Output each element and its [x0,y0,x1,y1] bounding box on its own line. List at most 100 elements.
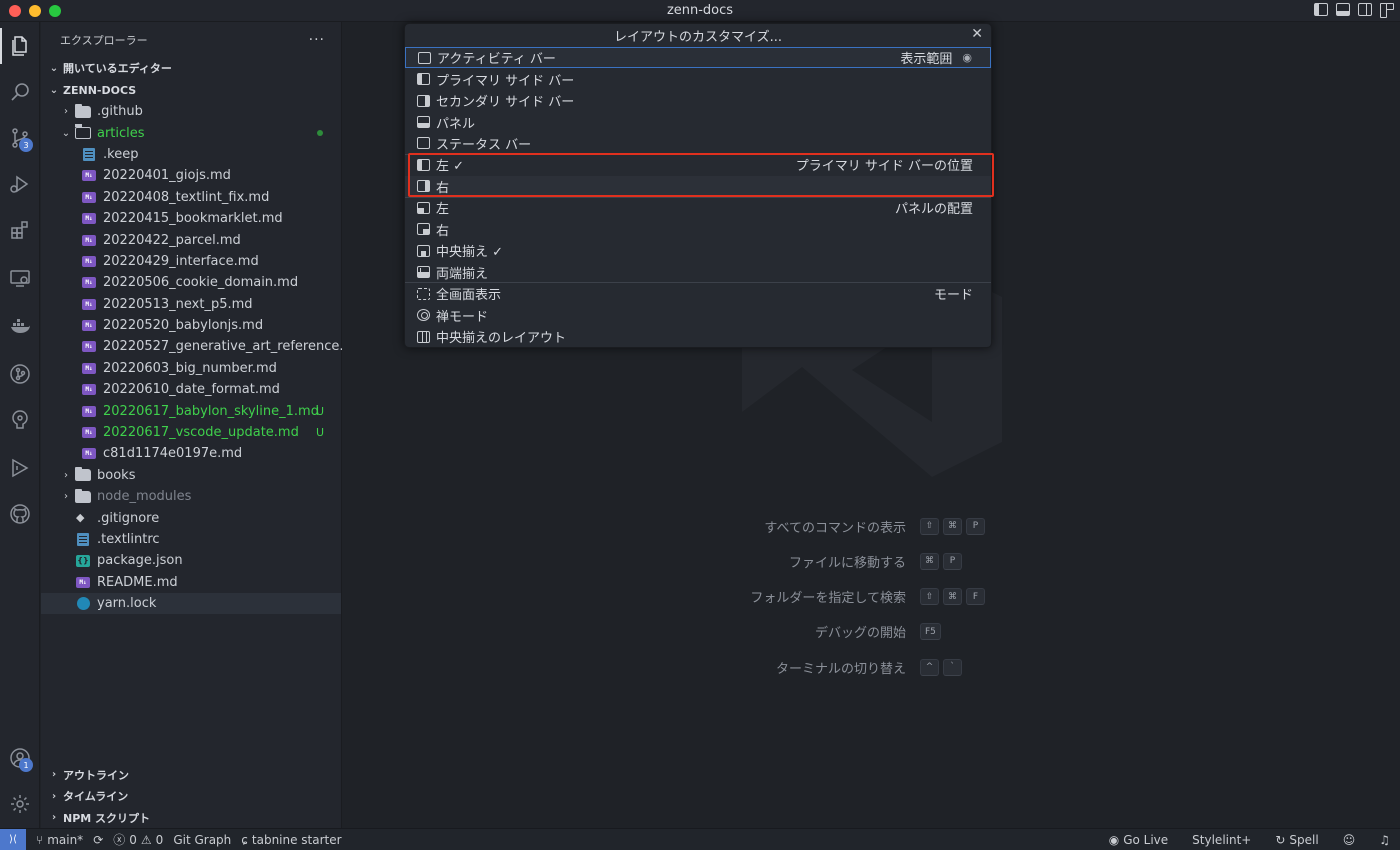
github-icon[interactable] [0,492,40,536]
go-live-label: Go Live [1123,832,1169,847]
quick-pick-item[interactable]: 右 [405,219,991,240]
quick-pick-item-label: 中央揃え ✓ [436,245,504,261]
shortcut-label: すべてのコマンドの表示 [764,520,906,536]
npm-scripts-label: NPM スクリプト [63,811,151,825]
keycap: ⇧ [920,588,939,606]
npm-scripts-section[interactable]: › NPM スクリプト [41,807,341,829]
quick-pick-item[interactable]: アクティビティ バー 表示範囲 ◉ [405,47,991,69]
spell-status[interactable]: ↻ Spell [1275,833,1318,847]
quick-pick-item[interactable]: プライマリ サイド バー [405,68,991,89]
remote-explorer-icon[interactable] [0,256,40,300]
tree-item-label: 20220415_bookmarklet.md [103,211,283,227]
live-share-icon[interactable] [0,446,40,490]
tree-item[interactable]: M↓ 20220617_vscode_update.md U [41,422,341,443]
tree-item[interactable]: M↓ c81d1174e0197e.md [41,443,341,464]
branch-indicator[interactable]: ⑂ main* [36,833,83,847]
quick-pick-item[interactable]: 両端揃え [405,262,991,283]
tree-item[interactable]: › .github [41,101,341,122]
tree-item[interactable]: M↓ 20220520_babylonjs.md [41,315,341,336]
folder-icon [75,488,91,504]
tree-item[interactable]: M↓ 20220422_parcel.md [41,229,341,250]
tree-item[interactable]: M↓ 20220408_textlint_fix.md [41,187,341,208]
close-window-button[interactable] [9,5,21,17]
problems-indicator[interactable]: ⓧ 0 ⚠ 0 [113,831,163,848]
tree-item-label: 20220513_next_p5.md [103,296,253,312]
quick-pick-item[interactable]: 禅モード [405,304,991,325]
tree-item[interactable]: ◆ .gitignore [41,507,341,528]
activity-bar: 3 1 [0,22,40,828]
explorer-header: エクスプローラー ··· [41,22,341,57]
gitlens-icon[interactable] [0,398,40,442]
quick-pick-item[interactable]: 中央揃えのレイアウト [405,326,991,347]
tabnine-status[interactable]: ɕ tabnine starter [241,833,341,847]
tabnine-label: tabnine starter [251,832,342,847]
toggle-panel-icon[interactable] [1336,3,1350,16]
explorer-icon[interactable] [0,24,40,68]
quick-pick-item[interactable]: 全画面表示 モード [405,283,991,304]
quick-pick-item[interactable]: セカンダリ サイド バー [405,90,991,111]
quick-pick-item[interactable]: ステータス バー [405,133,991,154]
tree-item[interactable]: ⌄ articles [41,122,341,143]
folder-icon [75,467,91,482]
quick-pick-item[interactable]: パネル [405,111,991,132]
tree-item[interactable]: M↓ 20220415_bookmarklet.md [41,208,341,229]
git-graph-icon[interactable] [0,352,40,396]
chevron-right-icon: › [64,491,68,503]
sidebar-bottom-sections: › アウトライン › タイムライン › NPM スクリプト [41,764,341,829]
go-live-button[interactable]: ◉ Go Live [1109,833,1168,847]
quick-pick-item-label: アクティビティ バー [437,52,556,68]
open-editors-section[interactable]: ⌄ 開いているエディター [41,57,341,79]
quick-pick-item[interactable]: 中央揃え ✓ [405,240,991,261]
source-control-icon[interactable]: 3 [0,116,40,160]
tree-item[interactable]: M↓ 20220429_interface.md [41,251,341,272]
title-bar: zenn-docs [0,0,1400,22]
customize-layout-icon[interactable] [1380,3,1394,18]
accounts-icon[interactable]: 1 [0,736,40,780]
tree-item[interactable]: M↓ README.md [41,572,341,593]
tree-item[interactable]: yarn.lock [41,592,341,615]
chevron-right-icon: › [51,790,57,802]
toggle-secondary-sidebar-icon[interactable] [1358,3,1372,16]
stylelint-status[interactable]: Stylelint+ [1192,833,1251,847]
toggle-primary-sidebar-icon[interactable] [1314,3,1328,16]
tree-item-label: c81d1174e0197e.md [103,446,243,462]
timeline-section[interactable]: › タイムライン [41,786,341,808]
tree-item[interactable]: › node_modules [41,486,341,507]
quick-pick-group-label: 表示範囲 ◉ [900,48,972,67]
more-actions-icon[interactable]: ··· [309,32,325,48]
tree-item[interactable]: M↓ 20220603_big_number.md [41,358,341,379]
extensions-icon[interactable] [0,208,40,252]
close-icon[interactable]: ✕ [971,26,983,42]
eye-icon[interactable]: ◉ [962,51,972,64]
remote-indicator-icon[interactable]: ⟩⟨ [0,828,26,850]
layout-right-icon [417,94,430,107]
tree-item[interactable]: M↓ 20220527_generative_art_reference.... [41,336,356,357]
docker-icon[interactable] [0,304,40,348]
outline-section[interactable]: › アウトライン [41,764,341,786]
maximize-window-button[interactable] [49,5,61,17]
tree-item[interactable]: M↓ 20220610_date_format.md [41,379,341,400]
tree-item[interactable]: {} package.json [41,550,341,571]
tree-item[interactable]: M↓ 20220617_babylon_skyline_1.md U [41,400,341,421]
settings-gear-icon[interactable] [0,782,40,826]
quick-pick-item[interactable]: 左 パネルの配置 [405,197,991,218]
tabnine-icon: ɕ [241,832,248,847]
tree-item[interactable]: .keep [41,144,341,165]
markdown-file-icon: M↓ [81,190,97,204]
sync-icon[interactable]: ⟳ [93,833,103,847]
run-debug-icon[interactable] [0,162,40,206]
project-label: ZENN-DOCS [63,83,137,97]
tree-item[interactable]: M↓ 20220513_next_p5.md [41,294,341,315]
tree-item[interactable]: M↓ 20220506_cookie_domain.md [41,272,341,293]
tree-item[interactable]: M↓ 20220401_giojs.md [41,165,341,186]
notifications-bell-icon[interactable]: ♫ [1379,833,1390,847]
minimize-window-button[interactable] [29,5,41,17]
panel-justify-icon [417,266,430,279]
git-graph-status[interactable]: Git Graph [173,833,231,847]
search-icon[interactable] [0,70,40,114]
feedback-icon[interactable]: ☺ [1343,833,1356,847]
tree-item[interactable]: › books [41,465,341,486]
tree-item-label: 20220408_textlint_fix.md [103,189,270,205]
tree-item[interactable]: .textlintrc [41,529,341,550]
project-section[interactable]: ⌄ ZENN-DOCS [41,79,341,101]
